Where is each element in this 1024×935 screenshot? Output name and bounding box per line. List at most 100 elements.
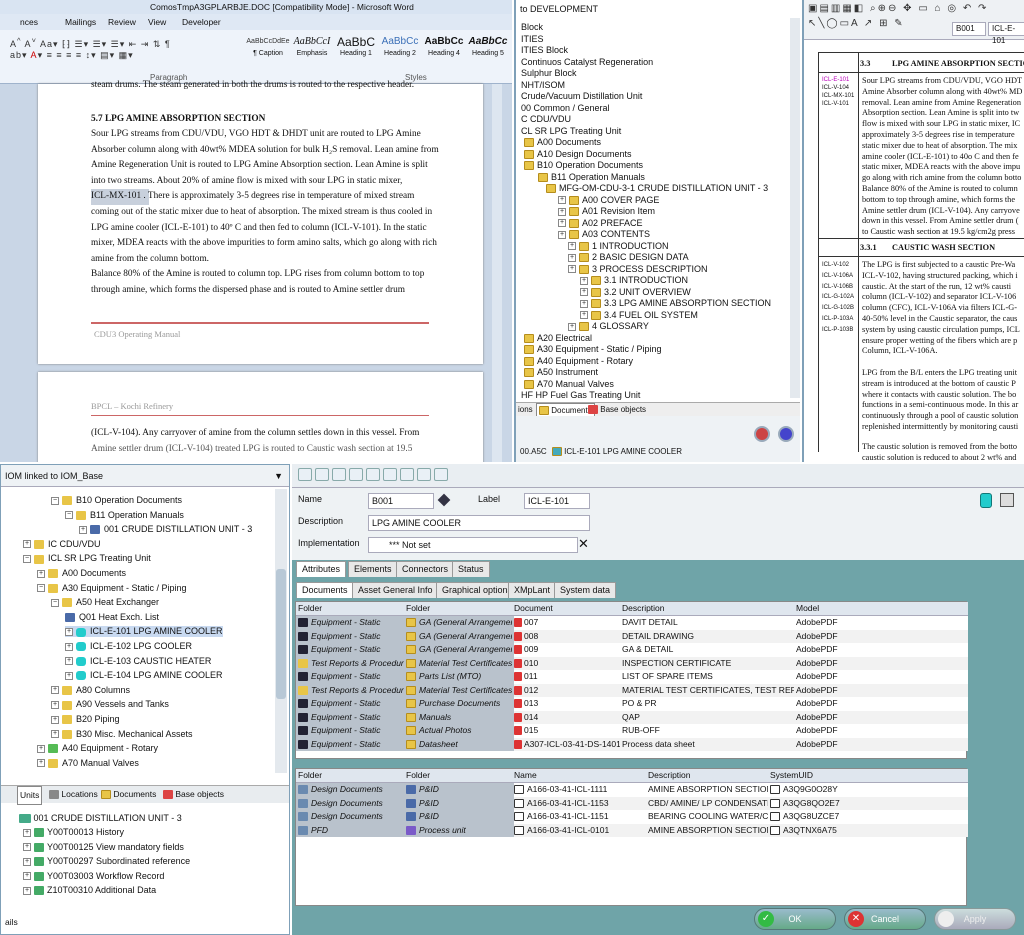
table-row[interactable]: PFD Process unit A166-03-41-ICL-0101 AMINE … (296, 823, 968, 837)
table-row[interactable]: Equipment - Static GA (General Arrangemen… (296, 629, 968, 643)
viewer-tools-row1[interactable]: ▣▤▥▦◧ ⌕⊕⊖ ✥ ▭ ⌂ ◎ ↶ ↷ (808, 3, 1022, 14)
table-row[interactable]: Equipment - Static Actual Photos 015 RUB-OF… (296, 724, 968, 738)
edit-icon[interactable] (332, 468, 346, 481)
tab-asset-general-info[interactable]: Asset General Info (352, 582, 439, 598)
tab-system-data[interactable]: System data (554, 582, 617, 598)
tree-item[interactable]: +3.4 FUEL OIL SYSTEM (580, 310, 698, 321)
tag-ref[interactable]: ICL-P-103B (822, 325, 854, 336)
expand-icon[interactable]: + (51, 686, 59, 695)
column-header[interactable]: Folder (298, 769, 322, 782)
expand-icon[interactable]: + (23, 886, 31, 895)
tree-item[interactable]: A50 Instrument (524, 367, 598, 378)
tree-item[interactable]: + A03 CONTENTS (558, 229, 650, 240)
grid-icon[interactable] (434, 468, 448, 481)
tree-item[interactable]: + ICL-E-101 LPG AMINE COOLER (65, 626, 223, 638)
style-emphasis[interactable]: AaBbCcI Emphasis (290, 34, 334, 57)
paragraph-tools[interactable]: A^ A˅ Aa▾ ⁅⁆ ☰▾ ☰▾ ☰▾ ⇤ ⇥ ⇅ ¶ ab▾ A▾ ≡ ≡ … (10, 36, 240, 66)
expand-icon[interactable]: + (37, 744, 45, 753)
tree-item[interactable]: +1 INTRODUCTION (568, 241, 669, 252)
expand-icon[interactable]: + (558, 196, 566, 205)
tree-item[interactable]: +3.3 LPG AMINE ABSORPTION SECTION (580, 298, 771, 309)
tree-item[interactable]: + A00 Documents (37, 568, 126, 579)
word-scrollbar[interactable] (492, 84, 502, 462)
tree-item[interactable]: + A40 Equipment - Rotary (37, 743, 158, 754)
tree-item[interactable]: +4 GLOSSARY (568, 321, 649, 332)
expand-icon[interactable]: + (580, 288, 588, 297)
props-item[interactable]: + Y00T00297 Subordinated reference (23, 856, 190, 867)
ribbon-tab[interactable]: nces (20, 14, 38, 30)
tree-item[interactable]: − A30 Equipment - Static / Piping (37, 583, 187, 594)
expand-icon[interactable]: + (65, 642, 73, 651)
tag-ref[interactable]: ICL-E-101 (822, 76, 854, 84)
tree-item[interactable]: + A02 PREFACE (558, 218, 643, 229)
ribbon-tab[interactable]: Mailings (65, 14, 96, 30)
tab-locations[interactable]: ions (518, 403, 533, 416)
column-header[interactable]: SystemUID (770, 769, 813, 782)
tab-elements[interactable]: Elements (348, 561, 398, 577)
expand-icon[interactable]: + (37, 569, 45, 578)
tree-item[interactable]: A40 Equipment - Rotary (524, 356, 633, 367)
tab-base-objects[interactable]: Base objects (586, 403, 648, 416)
tree-item[interactable]: A10 Design Documents (524, 149, 632, 160)
table-row[interactable]: Equipment - Static Manuals 014 QAP AdobePDF (296, 710, 968, 724)
clear-icon[interactable]: ✕ (578, 537, 589, 551)
style-caption[interactable]: AaBbCcDdEe ¶ Caption (246, 34, 290, 57)
label-input[interactable]: ICL-E-101 (524, 493, 590, 509)
tree-item[interactable]: − B11 Operation Manuals (65, 510, 184, 521)
collapse-icon[interactable]: − (23, 555, 31, 564)
table-row[interactable]: Equipment - Static GA (General Arrangemen… (296, 643, 968, 657)
table-row[interactable]: Equipment - Static Parts List (MTO) 011 LIS… (296, 670, 968, 684)
expand-icon[interactable]: + (23, 843, 31, 852)
navigator-scrollbar[interactable] (790, 18, 800, 398)
tab-xmplant[interactable]: XMpLant (508, 582, 557, 598)
table-row[interactable]: Test Reports & Procedures Material Test C… (296, 656, 968, 670)
tree-item[interactable]: ITIES (518, 34, 544, 45)
tree-item[interactable]: + ICL-E-104 LPG AMINE COOLER (65, 670, 223, 681)
expand-icon[interactable]: + (23, 540, 31, 549)
tag-ref[interactable]: ICL-MX-101 (822, 92, 854, 100)
tree-item[interactable]: + A80 Columns (51, 685, 130, 696)
tab-units[interactable]: Units (17, 786, 43, 805)
expand-icon[interactable]: + (65, 628, 73, 637)
style-heading5[interactable]: AaBbCc Heading 5 (466, 34, 510, 57)
tag-ref[interactable]: ICL-V-106A (822, 271, 854, 282)
expand-icon[interactable]: + (51, 715, 59, 724)
tree-item[interactable]: B10 Operation Documents (524, 160, 643, 171)
tag-ref[interactable]: ICL-P-103A (822, 314, 854, 325)
expand-icon[interactable]: + (580, 276, 588, 285)
tag-ref[interactable]: ICL-V-102 (822, 260, 854, 271)
column-header[interactable]: Description (648, 769, 691, 782)
name-input[interactable]: B001 (368, 493, 434, 509)
tag-ref[interactable]: ICL-V-101 (822, 100, 854, 108)
tree-item[interactable]: B11 Operation Manuals (538, 172, 645, 183)
viewer-field-2[interactable]: ICL-E-101 (988, 22, 1024, 45)
tree-item[interactable]: Continuos Catalyst Regeneration (518, 57, 653, 68)
collapse-icon[interactable]: − (51, 598, 59, 607)
tree-item[interactable]: + ICL-E-103 CAUSTIC HEATER (65, 656, 211, 667)
column-header[interactable]: Description (622, 602, 665, 615)
ribbon-tab[interactable]: Review (108, 14, 136, 30)
tag-ref[interactable]: ICL-G-102A (822, 292, 854, 303)
column-header[interactable]: Name (514, 769, 537, 782)
open-icon[interactable] (315, 468, 329, 481)
collapse-icon[interactable]: − (51, 496, 59, 505)
link-icon[interactable] (349, 468, 363, 481)
props-item[interactable]: + Y00T00125 View mandatory fields (23, 842, 184, 853)
tab-attributes[interactable]: Attributes (296, 561, 347, 577)
expand-icon[interactable]: + (79, 525, 87, 534)
tree-item[interactable]: +3 PROCESS DESCRIPTION (568, 264, 708, 275)
tree-item[interactable]: +3.2 UNIT OVERVIEW (580, 287, 691, 298)
expand-icon[interactable]: + (558, 207, 566, 216)
tree-item[interactable]: +2 BASIC DESIGN DATA (568, 252, 689, 263)
expand-icon[interactable]: + (65, 671, 73, 680)
tree-item[interactable]: Sulphur Block (518, 68, 577, 79)
expand-icon[interactable]: + (568, 322, 576, 331)
tree-item[interactable]: CL SR LPG Treating Unit (518, 126, 621, 137)
tree-item[interactable]: + A01 Revision Item (558, 206, 655, 217)
style-heading1[interactable]: AaBbC Heading 1 (334, 34, 378, 57)
viewer-field-1[interactable]: B001 (952, 22, 986, 36)
expand-icon[interactable]: + (51, 730, 59, 739)
style-heading4[interactable]: AaBbCc Heading 4 (422, 34, 466, 57)
table-row[interactable]: Test Reports & Procedures Material Test C… (296, 683, 968, 697)
tab-documents[interactable]: Documents (101, 786, 156, 803)
